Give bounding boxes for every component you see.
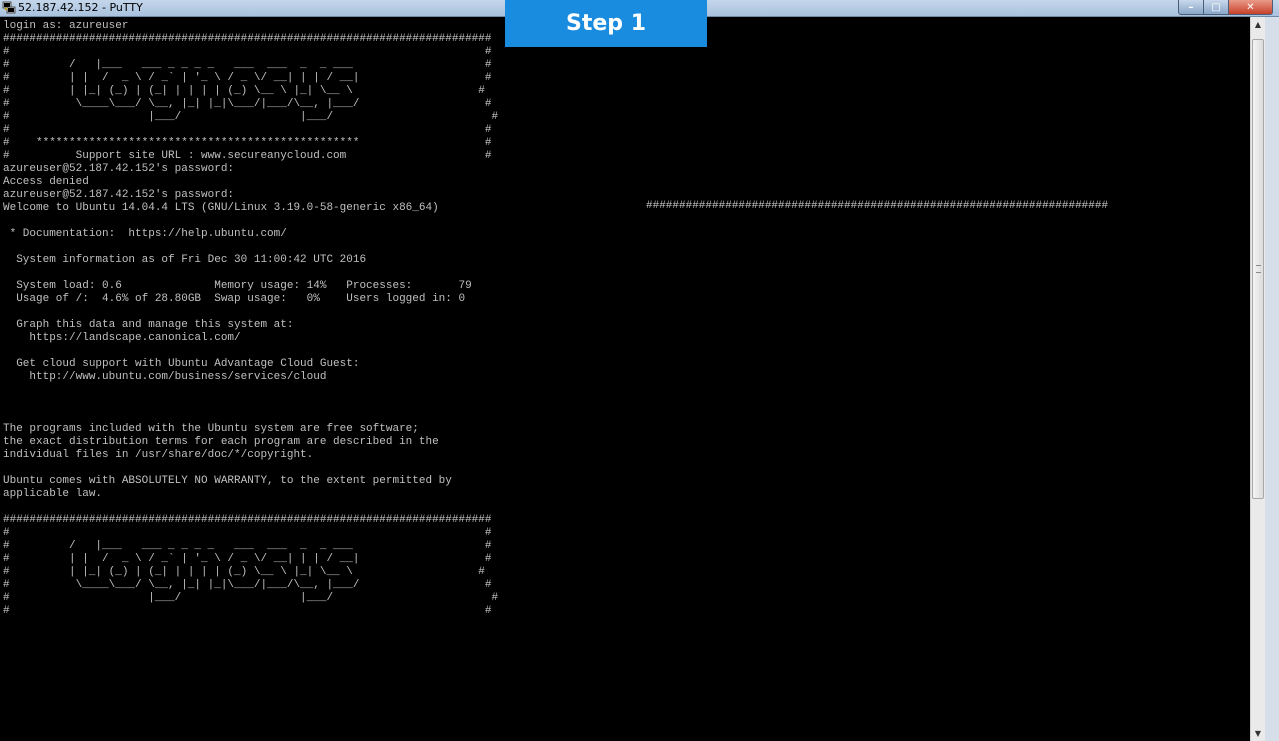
wrapped-banner-line: ########################################…	[646, 200, 1109, 212]
scroll-up-arrow-icon[interactable]: ▲	[1251, 17, 1265, 32]
close-button[interactable]: ✕	[1229, 0, 1273, 15]
vertical-scrollbar[interactable]: ▲ ▼	[1250, 17, 1265, 741]
putty-app-icon[interactable]	[2, 1, 16, 14]
terminal-area[interactable]: login as: azureuser ####################…	[0, 17, 1250, 741]
scroll-down-arrow-icon[interactable]: ▼	[1251, 726, 1265, 741]
terminal-output: login as: azureuser ####################…	[3, 20, 499, 617]
window-title: 52.187.42.152 - PuTTY	[18, 1, 143, 14]
scrollbar-grip-icon	[1256, 265, 1261, 273]
maximize-button[interactable]: □	[1204, 0, 1229, 15]
window-frame-edge	[1265, 17, 1279, 741]
minimize-button[interactable]: –	[1178, 0, 1204, 15]
window-controls: – □ ✕	[1178, 0, 1273, 16]
scrollbar-thumb[interactable]	[1252, 39, 1264, 499]
step-badge: Step 1	[505, 0, 707, 47]
